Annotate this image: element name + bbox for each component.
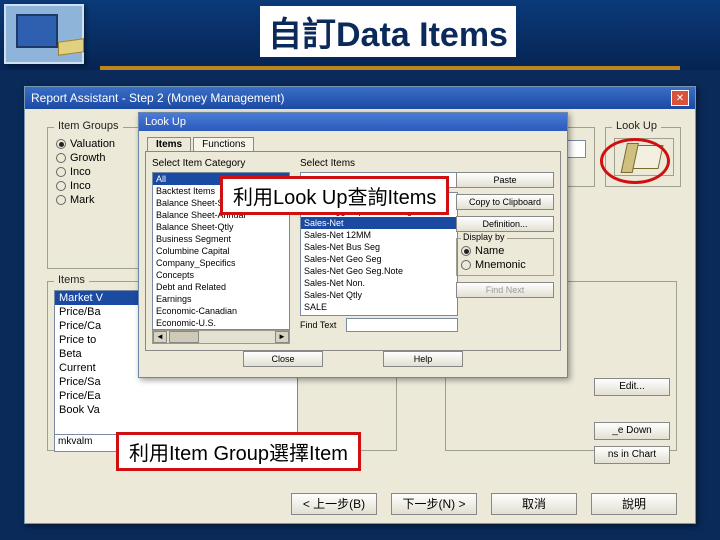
list-item[interactable]: Sales-Net	[301, 217, 457, 229]
radio-inco1[interactable]: Inco	[56, 166, 115, 178]
find-text-label: Find Text	[300, 320, 336, 330]
list-item[interactable]: Sales-Net 12MM	[301, 229, 457, 241]
radio-display-name[interactable]: Name	[461, 245, 549, 257]
callout-itemgroup-note: 利用Item Group選擇Item	[116, 432, 361, 471]
list-item[interactable]: Sales-Net Bus Seg	[301, 241, 457, 253]
list-item[interactable]: Business Segment	[153, 233, 289, 245]
radio-display-mnemonic[interactable]: Mnemonic	[461, 259, 549, 271]
tab-items[interactable]: Items	[147, 137, 191, 151]
list-item[interactable]: Company_Specifics	[153, 257, 289, 269]
scroll-left-icon[interactable]: ◄	[153, 331, 167, 343]
list-item[interactable]: Sales-Net Non.	[301, 277, 457, 289]
back-button[interactable]: < 上一步(B)	[291, 493, 377, 515]
wizard-nav: < 上一步(B) 下一步(N) > 取消 說明	[25, 493, 695, 515]
list-item[interactable]: Debt and Related	[153, 281, 289, 293]
list-item[interactable]: Balance Sheet-Qtly	[153, 221, 289, 233]
radio-valuation[interactable]: Valuation	[56, 138, 115, 150]
list-item[interactable]: Economic-U.S.	[153, 317, 289, 329]
list-item[interactable]: Earnings	[153, 293, 289, 305]
scroll-right-icon[interactable]: ►	[275, 331, 289, 343]
annotation-ring	[600, 138, 670, 184]
list-item[interactable]: Economic-Canadian	[153, 305, 289, 317]
list-item[interactable]: Concepts	[153, 269, 289, 281]
radio-mark[interactable]: Mark	[56, 194, 115, 206]
paste-button[interactable]: Paste	[456, 172, 554, 188]
lookup-close-button[interactable]: Close	[243, 351, 323, 367]
list-item[interactable]: Price/Ea	[55, 389, 297, 403]
help-button[interactable]: 說明	[591, 493, 677, 515]
find-text-input[interactable]	[346, 318, 458, 332]
close-icon[interactable]: ✕	[671, 90, 689, 106]
radio-inco2[interactable]: Inco	[56, 180, 115, 192]
display-by-group: Display by Name Mnemonic	[456, 238, 554, 276]
ns-in-chart-button[interactable]: ns in Chart	[594, 446, 670, 464]
select-items-label: Select Items	[300, 158, 355, 169]
list-item[interactable]: SALE	[301, 301, 457, 313]
copy-clipboard-button[interactable]: Copy to Clipboard	[456, 194, 554, 210]
list-item[interactable]: Book Va	[55, 403, 297, 417]
display-by-label: Display by	[461, 232, 507, 242]
lookup-help-button[interactable]: Help	[383, 351, 463, 367]
cancel-button[interactable]: 取消	[491, 493, 577, 515]
scroll-thumb[interactable]	[169, 331, 199, 343]
wizard-title: Report Assistant - Step 2 (Money Managem…	[31, 91, 284, 105]
list-item[interactable]: Columbine Capital	[153, 245, 289, 257]
lookup-dialog: Look Up Items Functions Select Item Cate…	[138, 112, 568, 378]
callout-lookup-note: 利用Look Up查詢Items	[220, 176, 449, 215]
items-label: Items	[54, 274, 89, 286]
tab-functions[interactable]: Functions	[193, 137, 254, 151]
definition-button[interactable]: Definition...	[456, 216, 554, 232]
item-groups-label: Item Groups	[54, 120, 123, 132]
list-item[interactable]: Sales-Net Geo Seg	[301, 253, 457, 265]
radio-growth[interactable]: Growth	[56, 152, 115, 164]
slide-title: 自訂Data Items	[260, 6, 516, 57]
wizard-titlebar[interactable]: Report Assistant - Step 2 (Money Managem…	[25, 87, 695, 109]
lookup-titlebar[interactable]: Look Up	[139, 113, 567, 131]
list-item[interactable]: Sales-Net Qtly	[301, 289, 457, 301]
edit-button[interactable]: Edit...	[594, 378, 670, 396]
move-down-button[interactable]: _e Down	[594, 422, 670, 440]
lookup-label: Look Up	[612, 120, 661, 132]
next-button[interactable]: 下一步(N) >	[391, 493, 477, 515]
find-next-button[interactable]: Find Next	[456, 282, 554, 298]
select-category-label: Select Item Category	[152, 158, 245, 169]
list-item[interactable]: Sales-Net Geo Seg.Note	[301, 265, 457, 277]
category-scrollbar[interactable]: ◄ ►	[152, 330, 290, 344]
